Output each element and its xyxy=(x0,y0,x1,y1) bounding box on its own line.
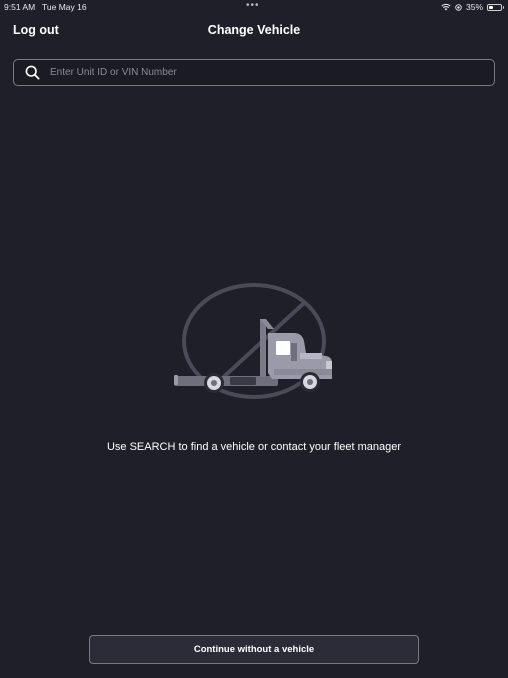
wifi-icon xyxy=(441,3,451,11)
status-date: Tue May 16 xyxy=(42,2,87,12)
empty-state-message: Use SEARCH to find a vehicle or contact … xyxy=(106,441,402,453)
logout-button[interactable]: Log out xyxy=(13,23,59,37)
battery-icon xyxy=(487,3,504,11)
location-icon xyxy=(455,3,462,11)
search-icon xyxy=(24,65,40,81)
status-time: 9:51 AM xyxy=(4,2,36,12)
page-title: Change Vehicle xyxy=(207,23,301,37)
search-input[interactable] xyxy=(50,60,494,85)
battery-fill xyxy=(489,5,493,9)
battery-percent: 35% xyxy=(465,2,483,12)
status-indicators: 35% xyxy=(441,2,504,12)
search-field[interactable] xyxy=(13,59,495,86)
battery-tip xyxy=(502,6,504,9)
no-vehicle-truck-icon xyxy=(172,283,336,399)
change-vehicle-screen: 9:51 AM Tue May 16 ••• 35% Log out Chang… xyxy=(0,0,508,678)
multitasking-dots[interactable]: ••• xyxy=(246,0,260,11)
status-bar: 9:51 AM Tue May 16 ••• 35% xyxy=(0,0,508,14)
continue-without-vehicle-button[interactable]: Continue without a vehicle xyxy=(89,635,419,664)
